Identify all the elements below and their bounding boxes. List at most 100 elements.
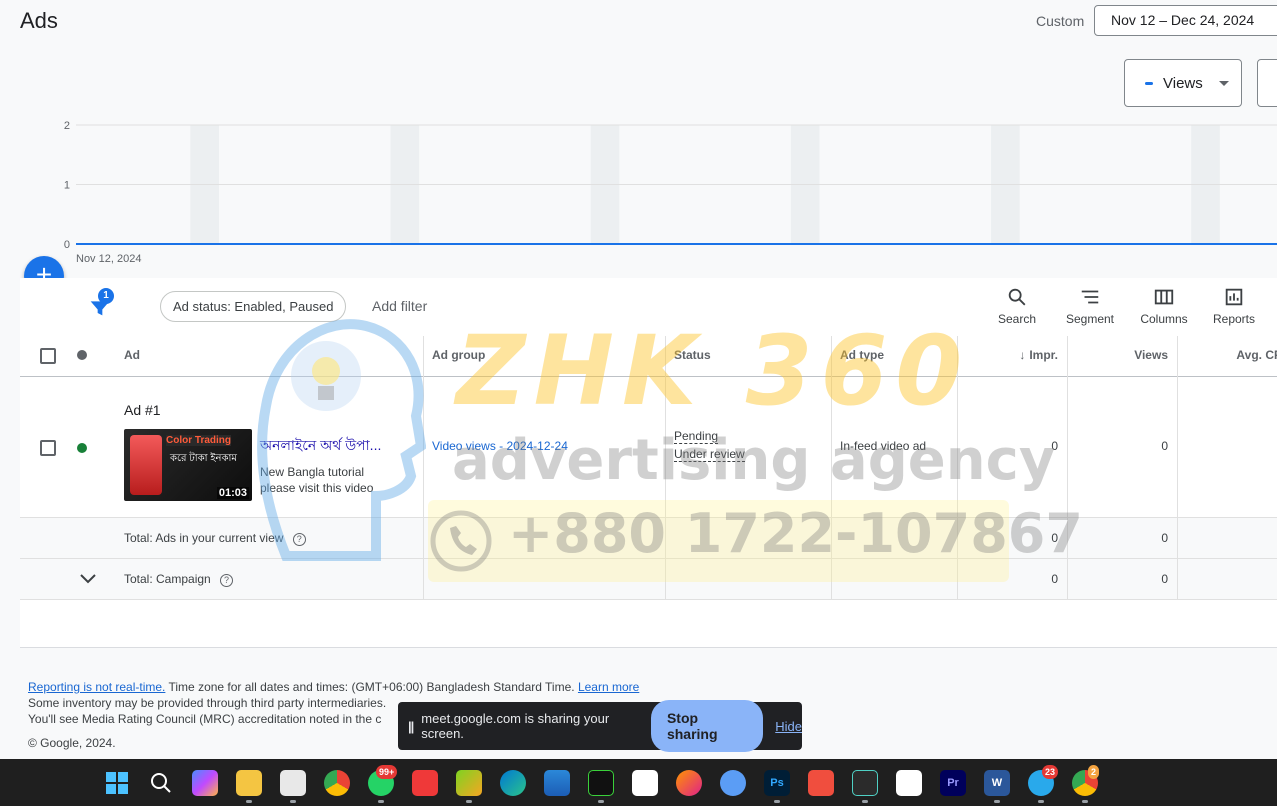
whatsapp-badge: 99+	[376, 765, 398, 779]
running-indicator	[290, 800, 296, 803]
footer-line-1: Reporting is not real-time. Time zone fo…	[28, 679, 639, 695]
enabled-status-dot[interactable]	[77, 443, 87, 453]
add-filter-button[interactable]: Add filter	[372, 298, 427, 314]
running-indicator	[994, 800, 1000, 803]
row-checkbox[interactable]	[40, 440, 56, 456]
watermark-brand: ZHK 360	[456, 315, 971, 427]
ad-status-filter-chip[interactable]: Ad status: Enabled, Paused	[160, 291, 347, 322]
video-thumbnail[interactable]: Color Trading করে টাকা ইনকাম 01:03	[124, 429, 252, 501]
total-campaign-avg-cpv: –	[1210, 572, 1277, 586]
running-indicator	[774, 800, 780, 803]
total-campaign-label: Total: Campaign ?	[124, 572, 234, 587]
segment-button[interactable]: Segment	[1062, 286, 1118, 326]
watermark-tagline: advertising agency	[452, 428, 1056, 493]
terminal-app-icon[interactable]	[588, 770, 614, 796]
col-ad[interactable]: Ad	[124, 348, 140, 362]
hide-button[interactable]: Hide	[775, 719, 802, 734]
thumbnail-phone-graphic	[130, 435, 162, 495]
expand-chevron-icon[interactable]	[79, 573, 97, 585]
search-button[interactable]: Search	[992, 286, 1042, 326]
telegram-badge: 23	[1042, 765, 1059, 779]
status-header-dot[interactable]	[77, 350, 87, 360]
windows-taskbar: 99+ Ps Pr W 23 2	[0, 759, 1277, 806]
search-label: Search	[997, 312, 1037, 326]
phone-icon	[430, 510, 492, 572]
thumbnail-subtitle: করে টাকা ইনকাম	[170, 453, 237, 464]
columns-icon	[1154, 289, 1174, 305]
filmora-icon[interactable]	[852, 770, 878, 796]
word-icon[interactable]: W	[984, 770, 1010, 796]
premiere-icon[interactable]: Pr	[940, 770, 966, 796]
col-impr[interactable]: ↓ Impr.	[1014, 348, 1058, 362]
columns-button[interactable]: Columns	[1136, 286, 1192, 326]
column-divider	[1177, 336, 1178, 600]
screen-share-bar: || meet.google.com is sharing your scree…	[398, 700, 802, 752]
second-metric-selector[interactable]	[1257, 59, 1277, 107]
capcut-icon[interactable]	[632, 770, 658, 796]
capcut-icon-2[interactable]	[896, 770, 922, 796]
avg-cpv-value: –	[1210, 439, 1277, 453]
segment-icon	[1081, 290, 1099, 304]
reports-icon	[1225, 288, 1243, 306]
ad-headline-link[interactable]: অনলাইনে অর্থ উপা...	[260, 434, 381, 458]
date-range-picker[interactable]: Nov 12 – Dec 24, 2024	[1094, 5, 1277, 36]
total-view-views: 0	[1161, 531, 1168, 545]
sort-down-icon: ↓	[1019, 348, 1026, 362]
col-views[interactable]: Views	[1100, 348, 1168, 362]
reporting-realtime-link[interactable]: Reporting is not real-time.	[28, 680, 165, 694]
running-indicator	[862, 800, 868, 803]
metric-selector[interactable]: Views	[1124, 59, 1242, 107]
running-indicator	[1038, 800, 1044, 803]
running-indicator	[598, 800, 604, 803]
snipping-tool-icon[interactable]	[280, 770, 306, 796]
chevron-down-icon	[1218, 80, 1229, 86]
ad-label: Ad #1	[124, 402, 161, 418]
photoshop-icon[interactable]: Ps	[764, 770, 790, 796]
metric-label: Views	[1163, 74, 1203, 92]
total-campaign-impr: 0	[1051, 572, 1058, 586]
thumbnail-title: Color Trading	[166, 435, 231, 446]
share-message: meet.google.com is sharing your screen.	[421, 711, 610, 741]
video-duration: 01:03	[216, 487, 249, 499]
select-all-checkbox[interactable]	[40, 348, 56, 364]
app-icon[interactable]	[456, 770, 482, 796]
running-indicator	[378, 800, 384, 803]
col-avg-cpv[interactable]: Avg. CPV	[1210, 348, 1277, 362]
reports-label: Reports	[1212, 312, 1256, 326]
column-divider	[423, 336, 424, 600]
page-title: Ads	[20, 8, 58, 33]
windows-start-icon[interactable]	[104, 770, 130, 796]
vivaldi-icon[interactable]	[412, 770, 438, 796]
ad-description-1: New Bangla tutorial	[260, 465, 365, 479]
total-campaign-text: Total: Campaign	[124, 572, 211, 586]
total-view-text: Total: Ads in your current view	[124, 531, 284, 545]
series-color-swatch	[1145, 81, 1153, 85]
file-explorer-icon[interactable]	[236, 770, 262, 796]
help-icon[interactable]: ?	[220, 574, 234, 587]
anydesk-icon[interactable]	[808, 770, 834, 796]
copilot-icon[interactable]	[192, 770, 218, 796]
store-icon[interactable]	[544, 770, 570, 796]
pause-icon: ||	[408, 718, 414, 734]
edge-icon[interactable]	[500, 770, 526, 796]
learn-more-link[interactable]: Learn more	[578, 680, 639, 694]
search-icon[interactable]	[148, 770, 174, 796]
y-tick-label: 1	[64, 180, 70, 192]
timezone-text: Time zone for all dates and times: (GMT+…	[165, 680, 578, 694]
views-value: 0	[1161, 439, 1168, 453]
running-indicator	[466, 800, 472, 803]
segment-label: Segment	[1065, 312, 1115, 326]
filter-count-badge: 1	[98, 288, 114, 304]
stop-sharing-button[interactable]: Stop sharing	[650, 700, 764, 752]
reports-button[interactable]: Reports	[1208, 286, 1260, 326]
help-icon[interactable]: ?	[292, 533, 306, 546]
total-campaign-views: 0	[1161, 572, 1168, 586]
total-view-label: Total: Ads in your current view ?	[124, 531, 306, 546]
running-indicator	[1082, 800, 1088, 803]
watermark-phone: +880 1722-107867	[508, 502, 1083, 565]
sync-app-icon[interactable]	[720, 770, 746, 796]
firefox-icon[interactable]	[676, 770, 702, 796]
col-impr-label: Impr.	[1029, 348, 1058, 362]
ad-description-2: please visit this video	[260, 481, 374, 495]
chrome-icon[interactable]	[324, 770, 350, 796]
